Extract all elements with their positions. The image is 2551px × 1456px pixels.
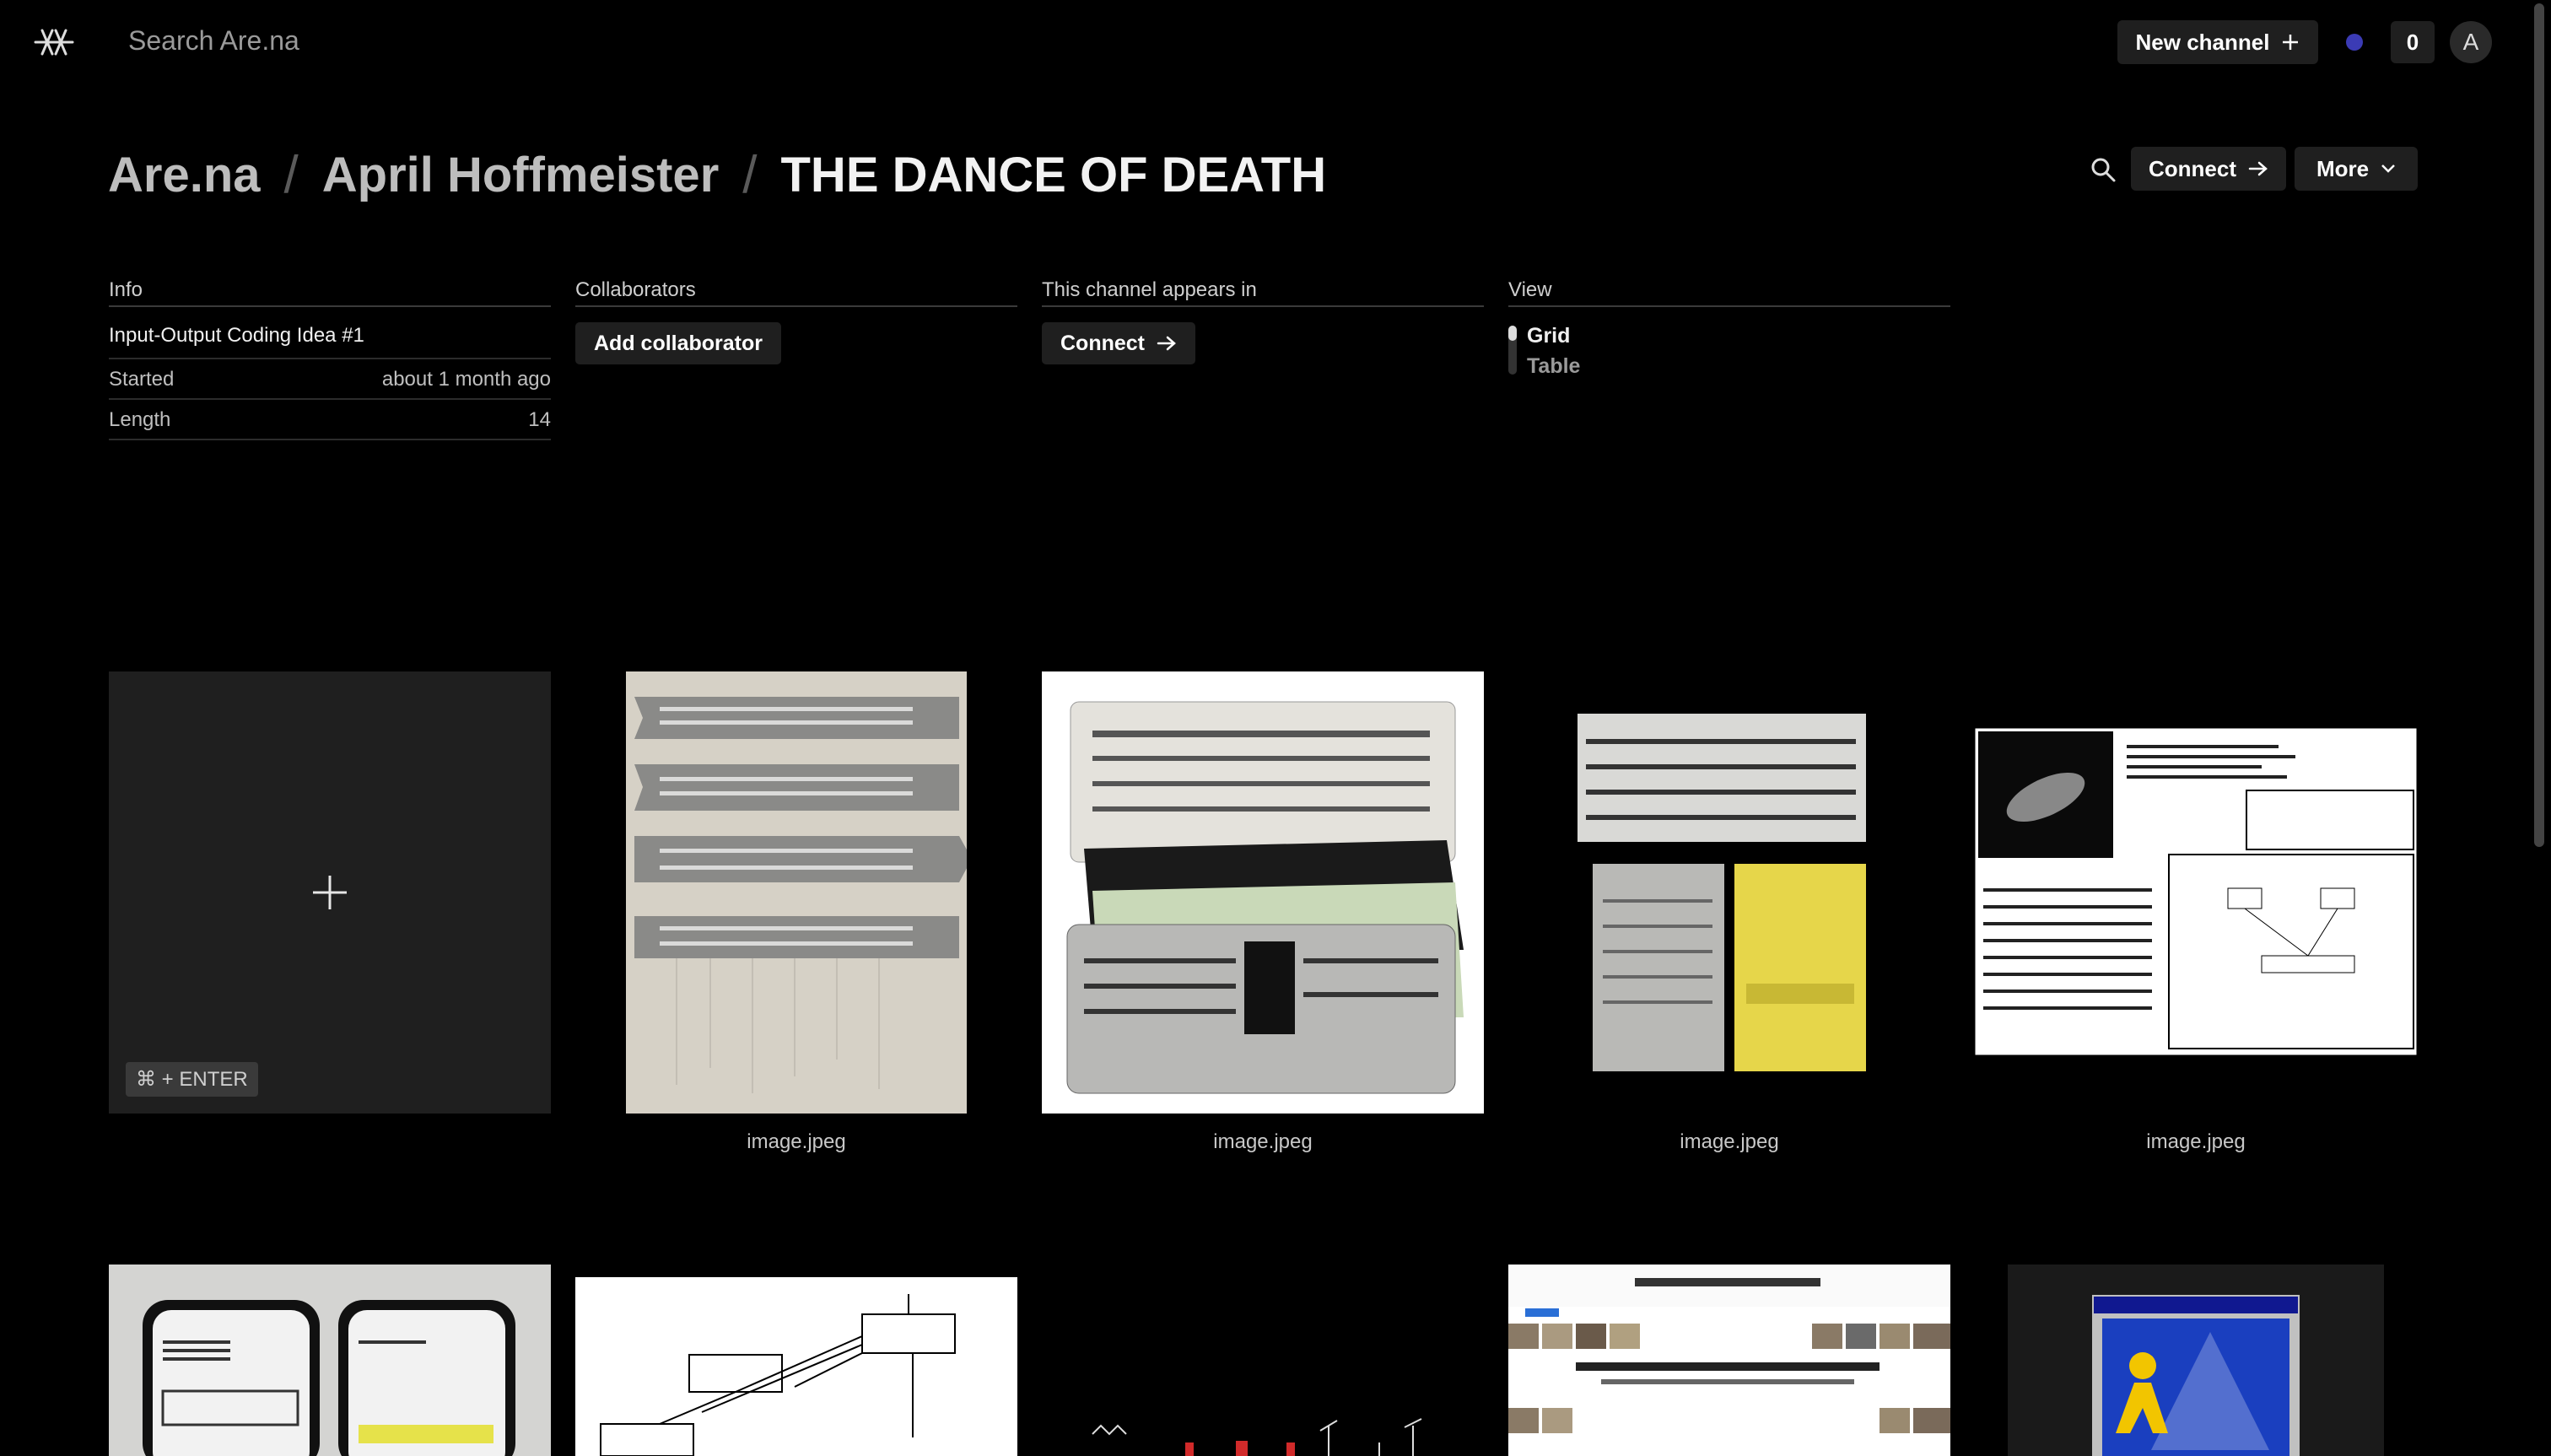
block-caption[interactable]: image.jpeg xyxy=(1975,1130,2417,1154)
block-caption[interactable]: image.jpeg xyxy=(1508,1130,1950,1154)
terminal-collage-image xyxy=(1975,728,2417,1055)
collaborators-heading: Collaborators xyxy=(575,278,1017,307)
breadcrumb: Are.na / April Hoffmeister / THE DANCE O… xyxy=(108,145,1326,205)
block-caption[interactable]: image.jpeg xyxy=(575,1130,1017,1154)
website-screenshot-image xyxy=(1508,1265,1950,1456)
view-toggle[interactable]: Grid Table xyxy=(1508,321,1950,381)
view-option-grid[interactable]: Grid xyxy=(1527,321,1950,351)
search-icon[interactable] xyxy=(2089,155,2117,184)
info-section: Info Input-Output Coding Idea #1 Started… xyxy=(109,278,551,440)
avatar[interactable]: A xyxy=(2450,21,2492,63)
breadcrumb-separator: / xyxy=(742,146,758,204)
connect-button[interactable]: Connect xyxy=(2131,147,2286,191)
info-row-value: 14 xyxy=(528,408,551,431)
more-button[interactable]: More xyxy=(2295,147,2418,191)
search-input[interactable]: Search Are.na xyxy=(128,25,299,57)
view-toggle-knob xyxy=(1508,326,1517,341)
connect-label: Connect xyxy=(1060,331,1145,355)
view-section: View Grid Table xyxy=(1508,278,1950,381)
info-row-label: Started xyxy=(109,368,175,391)
appears-in-heading: This channel appears in xyxy=(1042,278,1484,307)
breadcrumb-separator: / xyxy=(283,146,299,204)
chevron-down-icon xyxy=(2381,164,2395,173)
new-channel-button[interactable]: New channel xyxy=(2117,20,2318,64)
more-label: More xyxy=(2316,155,2370,181)
info-rows: Started about 1 month ago Length 14 xyxy=(109,358,551,440)
punch-cards-image xyxy=(1042,671,1484,1114)
info-row-value: about 1 month ago xyxy=(381,368,551,391)
collaborators-section: Collaborators Add collaborator xyxy=(575,278,1017,364)
info-row-label: Length xyxy=(109,408,171,431)
block-thumbnail[interactable] xyxy=(575,1277,1017,1456)
block-caption[interactable]: image.jpeg xyxy=(1042,1130,1484,1154)
info-heading: Info xyxy=(109,278,551,307)
block-thumbnail[interactable] xyxy=(1578,714,1866,1075)
aol-messenger-image xyxy=(2008,1265,2384,1456)
block-thumbnail[interactable] xyxy=(1508,1265,1950,1456)
breadcrumb-user[interactable]: April Hoffmeister xyxy=(322,147,720,203)
appears-in-section: This channel appears in Connect xyxy=(1042,278,1484,364)
plus-icon xyxy=(313,876,347,909)
channel-description: Input-Output Coding Idea #1 xyxy=(109,324,364,347)
new-channel-label: New channel xyxy=(2135,29,2270,55)
info-row-length: Length 14 xyxy=(109,400,551,440)
breadcrumb-root[interactable]: Are.na xyxy=(108,147,261,203)
block-thumbnail[interactable] xyxy=(2008,1265,2384,1456)
add-collaborator-button[interactable]: Add collaborator xyxy=(575,322,782,364)
view-option-table[interactable]: Table xyxy=(1527,351,1950,381)
connect-label: Connect xyxy=(2149,155,2236,181)
block-thumbnail[interactable] xyxy=(1975,728,2417,1055)
block-thumbnail[interactable] xyxy=(626,671,967,1114)
plus-icon xyxy=(2283,35,2299,50)
figures-drawing-image xyxy=(1092,1418,1422,1456)
block-thumbnail[interactable] xyxy=(109,1265,551,1456)
appears-in-connect-button[interactable]: Connect xyxy=(1042,322,1195,364)
punched-tape-image xyxy=(626,671,967,1114)
notification-counter[interactable]: 0 xyxy=(2391,21,2435,63)
scrollbar[interactable] xyxy=(2534,3,2544,847)
flowchart-image xyxy=(575,1277,1017,1456)
view-heading: View xyxy=(1508,278,1950,307)
arrow-right-icon xyxy=(2248,161,2268,176)
arrow-right-icon xyxy=(1157,336,1176,351)
add-block-button[interactable]: ⌘ + ENTER xyxy=(109,671,551,1114)
page-title[interactable]: THE DANCE OF DEATH xyxy=(781,147,1327,203)
info-row-started: Started about 1 month ago xyxy=(109,358,551,400)
library-cards-image xyxy=(1578,714,1866,1071)
phone-mockups-image xyxy=(109,1265,551,1456)
block-thumbnail[interactable] xyxy=(1042,671,1484,1114)
are-na-logo-icon[interactable] xyxy=(30,24,78,61)
status-dot[interactable] xyxy=(2346,34,2363,51)
keyboard-shortcut-hint: ⌘ + ENTER xyxy=(126,1062,258,1097)
top-bar: Search Are.na New channel 0 A xyxy=(0,0,2551,84)
block-thumbnail[interactable] xyxy=(1042,1409,1484,1456)
